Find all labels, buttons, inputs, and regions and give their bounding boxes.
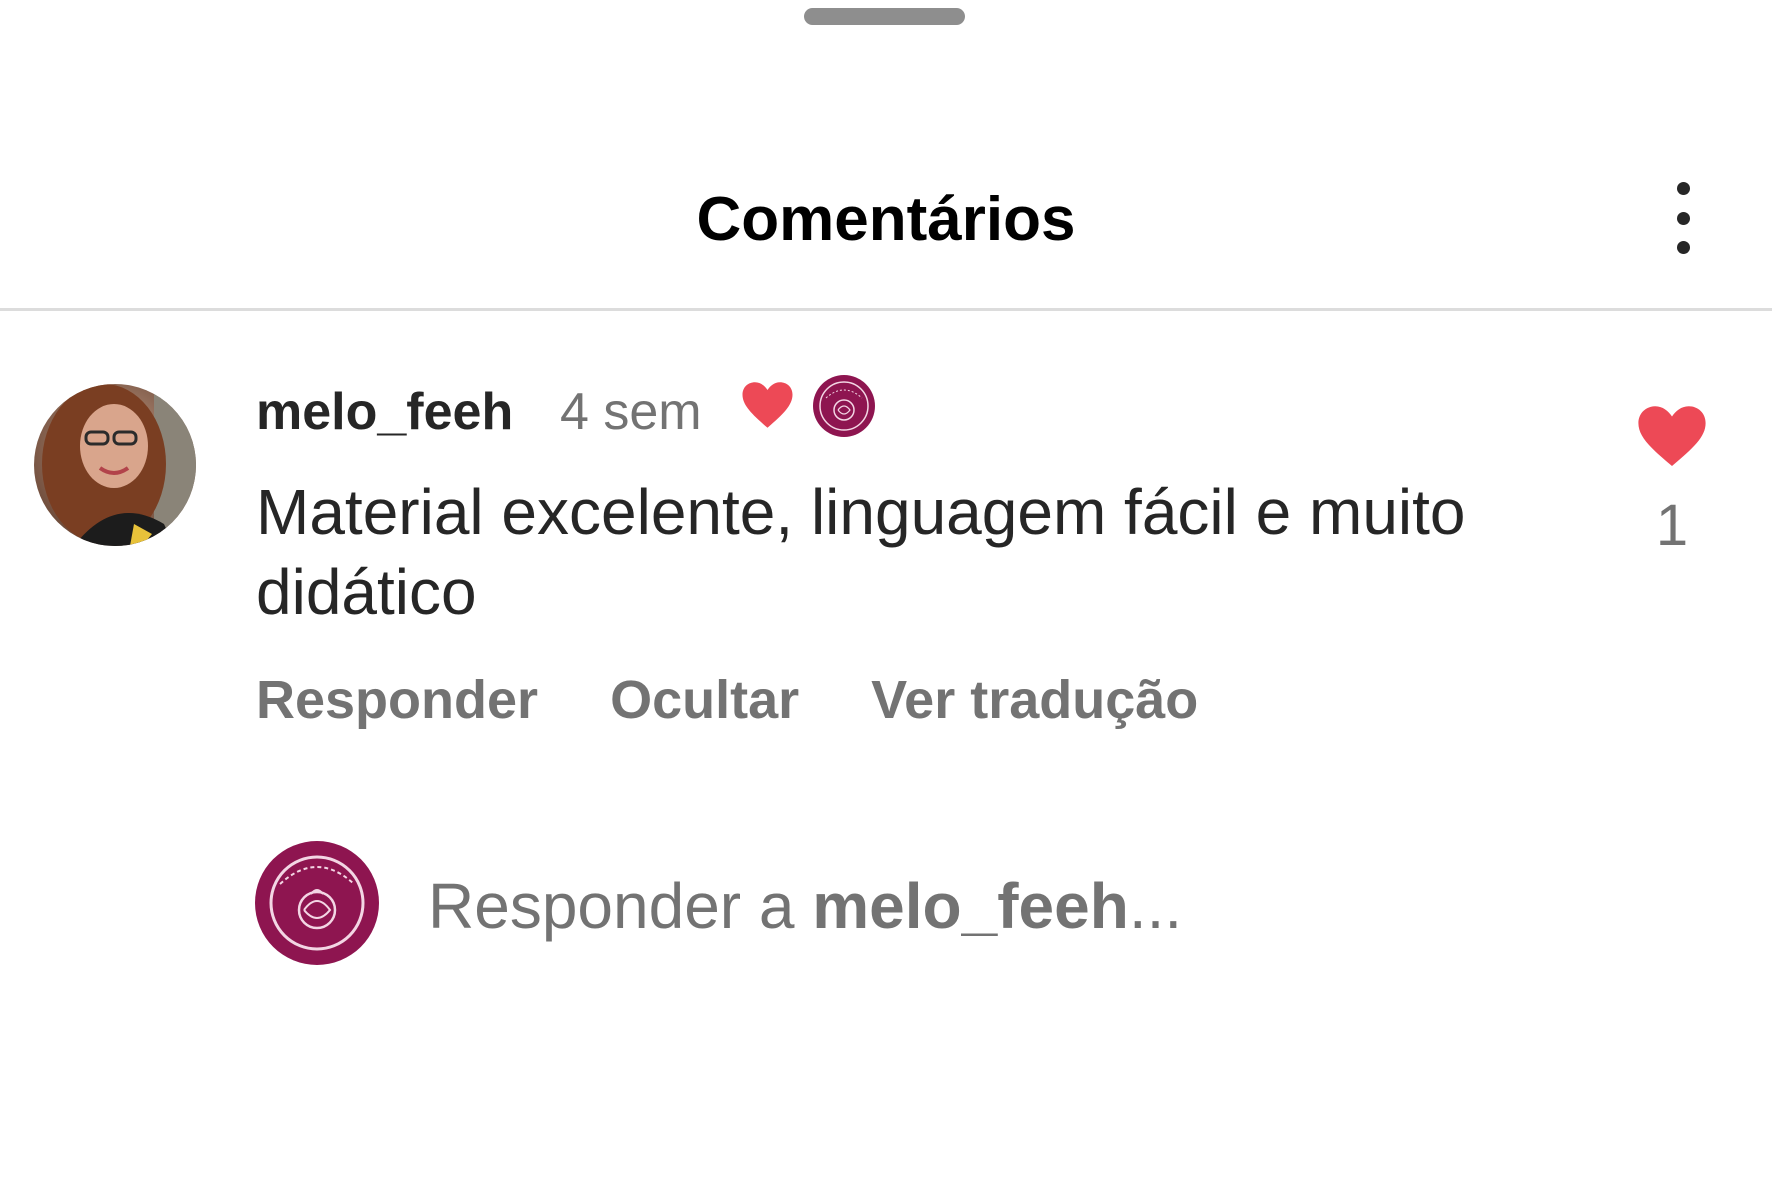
reply-button[interactable]: Responder [256, 668, 538, 732]
heart-icon [742, 382, 793, 428]
comment-time: 4 sem [560, 383, 702, 441]
more-options-icon[interactable] [1660, 178, 1706, 258]
comment-username[interactable]: melo_feeh [256, 380, 513, 444]
drag-handle[interactable] [804, 8, 965, 25]
comment-text: Material excelente, linguagem fácil e mu… [256, 476, 1466, 628]
hide-button[interactable]: Ocultar [610, 668, 799, 732]
reply-placeholder-ellipsis: ... [1128, 870, 1183, 942]
reply-placeholder-prefix: Responder a [428, 870, 813, 942]
translate-button[interactable]: Ver tradução [871, 668, 1198, 732]
creator-avatar-icon [813, 375, 875, 437]
like-count: 1 [1655, 493, 1689, 558]
comment-actions: Responder Ocultar Ver tradução [256, 668, 1270, 732]
page-title: Comentários [696, 185, 1076, 254]
heart-icon[interactable] [1636, 404, 1708, 468]
avatar[interactable] [34, 384, 196, 546]
reply-input[interactable]: Responder a melo_feeh... [428, 870, 1528, 942]
reply-placeholder-username: melo_feeh [812, 870, 1129, 942]
divider [0, 308, 1772, 311]
creator-avatar-icon [255, 841, 379, 965]
